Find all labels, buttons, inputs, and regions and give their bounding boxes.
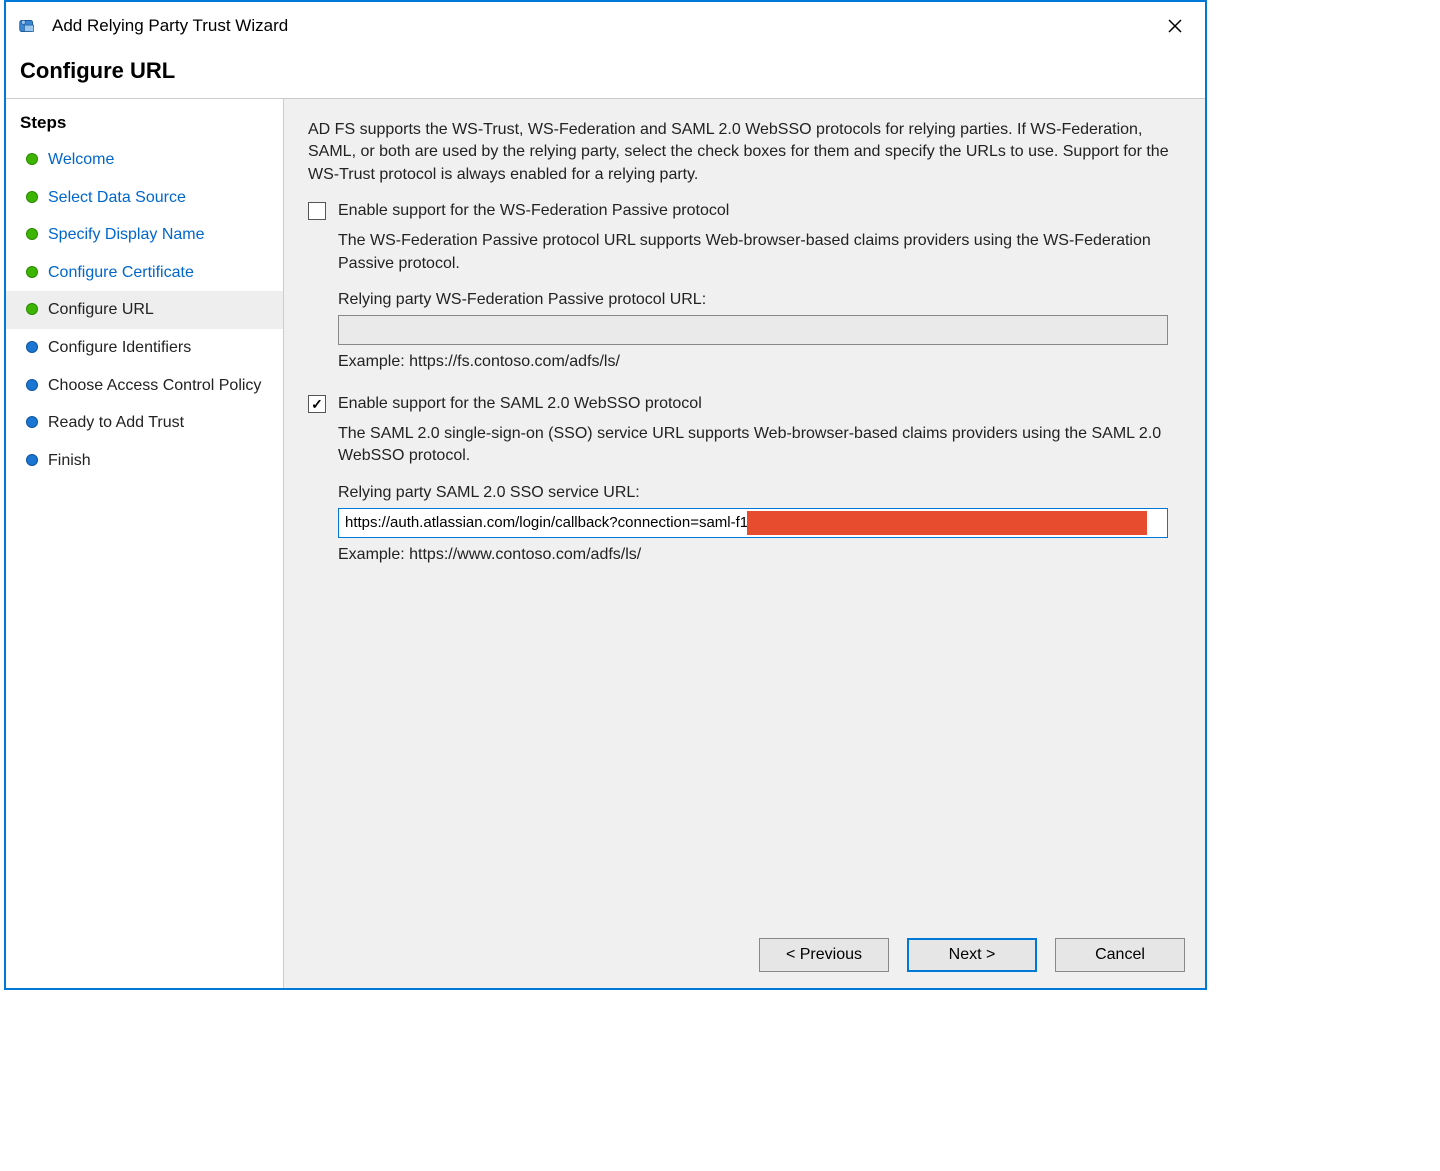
close-icon[interactable] (1155, 6, 1195, 46)
saml-description: The SAML 2.0 single-sign-on (SSO) servic… (338, 423, 1181, 468)
step-ready-to-add-trust[interactable]: Ready to Add Trust (6, 404, 283, 442)
step-configure-certificate[interactable]: Configure Certificate (6, 254, 283, 292)
wsfed-description: The WS-Federation Passive protocol URL s… (338, 230, 1181, 275)
step-choose-access-control-policy[interactable]: Choose Access Control Policy (6, 367, 283, 405)
wsfed-url-label: Relying party WS-Federation Passive prot… (338, 291, 1181, 309)
page-heading: Configure URL (6, 50, 1205, 98)
step-finish[interactable]: Finish (6, 442, 283, 480)
cancel-button[interactable]: Cancel (1055, 938, 1185, 972)
step-label: Ready to Add Trust (48, 412, 184, 434)
titlebar: Add Relying Party Trust Wizard (6, 2, 1205, 50)
step-upcoming-icon (26, 341, 38, 353)
step-done-icon (26, 191, 38, 203)
saml-checkbox-label: Enable support for the SAML 2.0 WebSSO p… (338, 395, 702, 413)
step-done-icon (26, 228, 38, 240)
steps-heading: Steps (6, 109, 283, 141)
saml-checkbox-row[interactable]: Enable support for the SAML 2.0 WebSSO p… (308, 395, 1181, 413)
intro-text: AD FS supports the WS-Trust, WS-Federati… (308, 119, 1181, 186)
step-done-icon (26, 266, 38, 278)
step-specify-display-name[interactable]: Specify Display Name (6, 216, 283, 254)
step-label: Configure Identifiers (48, 337, 191, 359)
redacted-overlay (747, 511, 1147, 535)
saml-url-input[interactable]: https://auth.atlassian.com/login/callbac… (338, 508, 1168, 538)
window-title: Add Relying Party Trust Wizard (52, 16, 288, 36)
wizard-window: Add Relying Party Trust Wizard Configure… (4, 0, 1207, 990)
wizard-button-bar: < Previous Next > Cancel (759, 938, 1185, 972)
main-content: AD FS supports the WS-Trust, WS-Federati… (284, 99, 1205, 988)
step-done-icon (26, 153, 38, 165)
saml-checkbox[interactable] (308, 395, 326, 413)
app-icon (16, 14, 40, 38)
step-welcome[interactable]: Welcome (6, 141, 283, 179)
next-button[interactable]: Next > (907, 938, 1037, 972)
step-current-icon (26, 303, 38, 315)
step-upcoming-icon (26, 379, 38, 391)
wsfed-checkbox-row[interactable]: Enable support for the WS-Federation Pas… (308, 202, 1181, 220)
wsfed-checkbox-label: Enable support for the WS-Federation Pas… (338, 202, 729, 220)
wsfed-checkbox[interactable] (308, 202, 326, 220)
step-configure-url[interactable]: Configure URL (6, 291, 283, 329)
step-select-data-source[interactable]: Select Data Source (6, 179, 283, 217)
saml-example: Example: https://www.contoso.com/adfs/ls… (338, 546, 1181, 564)
previous-button[interactable]: < Previous (759, 938, 889, 972)
step-upcoming-icon (26, 416, 38, 428)
step-label: Configure Certificate (48, 262, 194, 284)
step-configure-identifiers[interactable]: Configure Identifiers (6, 329, 283, 367)
wsfed-url-input[interactable] (338, 315, 1168, 345)
saml-url-value: https://auth.atlassian.com/login/callbac… (345, 514, 756, 531)
step-upcoming-icon (26, 454, 38, 466)
saml-url-label: Relying party SAML 2.0 SSO service URL: (338, 484, 1181, 502)
step-label: Welcome (48, 149, 114, 171)
steps-sidebar: Steps Welcome Select Data Source Specify… (6, 99, 284, 988)
step-label: Choose Access Control Policy (48, 375, 261, 397)
step-label: Specify Display Name (48, 224, 205, 246)
wsfed-example: Example: https://fs.contoso.com/adfs/ls/ (338, 353, 1181, 371)
step-label: Finish (48, 450, 91, 472)
step-label: Configure URL (48, 299, 154, 321)
step-label: Select Data Source (48, 187, 186, 209)
wizard-body: Steps Welcome Select Data Source Specify… (6, 98, 1205, 988)
